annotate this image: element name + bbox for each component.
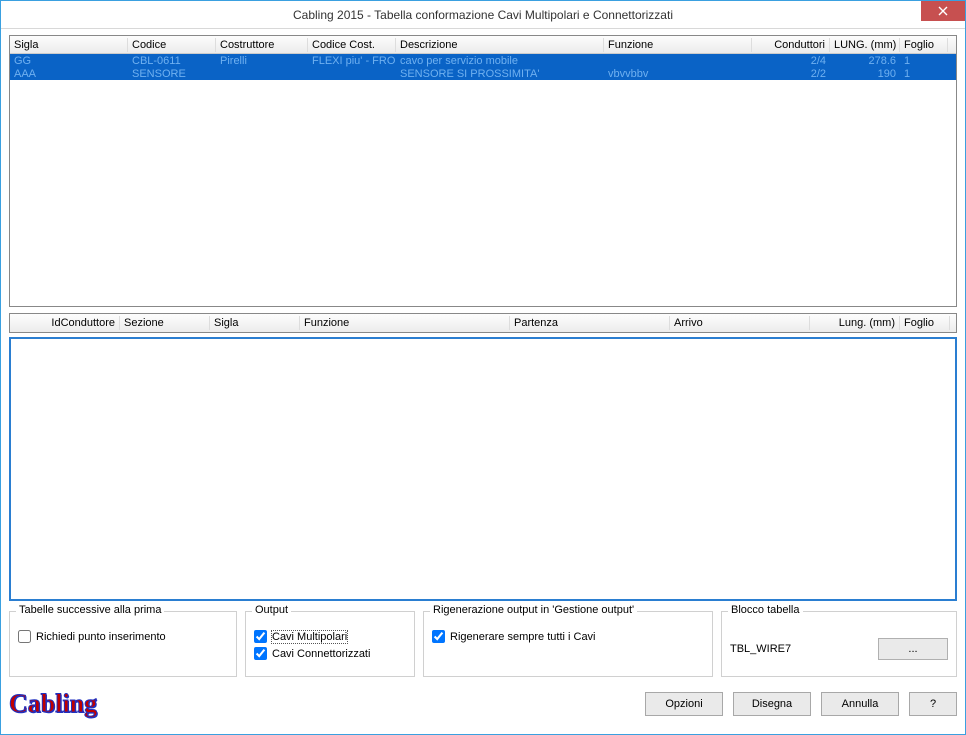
check-multipolari[interactable]: Cavi Multipolari bbox=[254, 630, 406, 643]
group-blocco: Blocco tabella TBL_WIRE7 ... bbox=[721, 611, 957, 677]
cables-grid[interactable]: Sigla Codice Costruttore Codice Cost. De… bbox=[9, 35, 957, 307]
col-lung2[interactable]: Lung. (mm) bbox=[810, 316, 900, 330]
blocco-browse-button[interactable]: ... bbox=[878, 638, 948, 660]
cables-grid-header: Sigla Codice Costruttore Codice Cost. De… bbox=[10, 36, 956, 54]
col-sigla2[interactable]: Sigla bbox=[210, 316, 300, 330]
group-successive: Tabelle successive alla prima Richiedi p… bbox=[9, 611, 237, 677]
help-button[interactable]: ? bbox=[909, 692, 957, 716]
col-lung[interactable]: LUNG. (mm) bbox=[830, 38, 900, 52]
col-foglio[interactable]: Foglio bbox=[900, 38, 948, 52]
group-output-title: Output bbox=[252, 604, 291, 616]
col-codice[interactable]: Codice bbox=[128, 38, 216, 52]
col-partenza[interactable]: Partenza bbox=[510, 316, 670, 330]
check-rigenerare-input[interactable] bbox=[432, 630, 445, 643]
col-descrizione[interactable]: Descrizione bbox=[396, 38, 604, 52]
col-conduttori[interactable]: Conduttori bbox=[752, 38, 830, 52]
check-richiedi-punto[interactable]: Richiedi punto inserimento bbox=[18, 630, 228, 643]
group-rigenerazione-title: Rigenerazione output in 'Gestione output… bbox=[430, 604, 637, 616]
check-rigenerare-label: Rigenerare sempre tutti i Cavi bbox=[450, 631, 596, 643]
close-icon bbox=[938, 6, 948, 16]
conductors-grid-header-wrap: IdConduttore Sezione Sigla Funzione Part… bbox=[9, 313, 957, 333]
col-funzione[interactable]: Funzione bbox=[604, 38, 752, 52]
check-richiedi-punto-label: Richiedi punto inserimento bbox=[36, 631, 166, 643]
blocco-value: TBL_WIRE7 bbox=[730, 643, 868, 655]
table-row[interactable]: AAA SENSORE SENSORE SI PROSSIMITA' vbvvb… bbox=[10, 67, 956, 80]
footer-buttons: Opzioni Disegna Annulla ? bbox=[645, 692, 957, 716]
col-costruttore[interactable]: Costruttore bbox=[216, 38, 308, 52]
col-codice-cost[interactable]: Codice Cost. bbox=[308, 38, 396, 52]
col-funzione2[interactable]: Funzione bbox=[300, 316, 510, 330]
group-rigenerazione: Rigenerazione output in 'Gestione output… bbox=[423, 611, 713, 677]
col-idconduttore[interactable]: IdConduttore bbox=[10, 316, 120, 330]
col-sigla[interactable]: Sigla bbox=[10, 38, 128, 52]
table-row[interactable]: GG CBL-0611 Pirelli FLEXI piu' - FRO cav… bbox=[10, 54, 956, 67]
check-richiedi-punto-input[interactable] bbox=[18, 630, 31, 643]
conductors-grid[interactable] bbox=[9, 337, 957, 601]
group-blocco-title: Blocco tabella bbox=[728, 604, 803, 616]
col-arrivo[interactable]: Arrivo bbox=[670, 316, 810, 330]
check-connettorizzati[interactable]: Cavi Connettorizzati bbox=[254, 647, 406, 660]
annulla-button[interactable]: Annulla bbox=[821, 692, 899, 716]
check-multipolari-label: Cavi Multipolari bbox=[272, 631, 347, 643]
check-connettorizzati-label: Cavi Connettorizzati bbox=[272, 648, 370, 660]
group-output: Output Cavi Multipolari Cavi Connettoriz… bbox=[245, 611, 415, 677]
opzioni-button[interactable]: Opzioni bbox=[645, 692, 723, 716]
check-multipolari-input[interactable] bbox=[254, 630, 267, 643]
cables-grid-rows: GG CBL-0611 Pirelli FLEXI piu' - FRO cav… bbox=[10, 54, 956, 80]
conductors-panel: IdConduttore Sezione Sigla Funzione Part… bbox=[9, 313, 957, 601]
disegna-button[interactable]: Disegna bbox=[733, 692, 811, 716]
window-title: Cabling 2015 - Tabella conformazione Cav… bbox=[293, 8, 673, 22]
options-panel: Tabelle successive alla prima Richiedi p… bbox=[9, 611, 957, 677]
check-rigenerare[interactable]: Rigenerare sempre tutti i Cavi bbox=[432, 630, 704, 643]
col-sezione[interactable]: Sezione bbox=[120, 316, 210, 330]
titlebar: Cabling 2015 - Tabella conformazione Cav… bbox=[1, 1, 965, 29]
client-area: Sigla Codice Costruttore Codice Cost. De… bbox=[1, 29, 965, 734]
check-connettorizzati-input[interactable] bbox=[254, 647, 267, 660]
app-logo: Cabling bbox=[9, 689, 97, 719]
footer: Cabling Opzioni Disegna Annulla ? bbox=[9, 683, 957, 719]
group-successive-title: Tabelle successive alla prima bbox=[16, 604, 164, 616]
conductors-grid-header: IdConduttore Sezione Sigla Funzione Part… bbox=[10, 314, 956, 332]
close-button[interactable] bbox=[921, 1, 965, 21]
app-window: Cabling 2015 - Tabella conformazione Cav… bbox=[0, 0, 966, 735]
col-foglio2[interactable]: Foglio bbox=[900, 316, 950, 330]
